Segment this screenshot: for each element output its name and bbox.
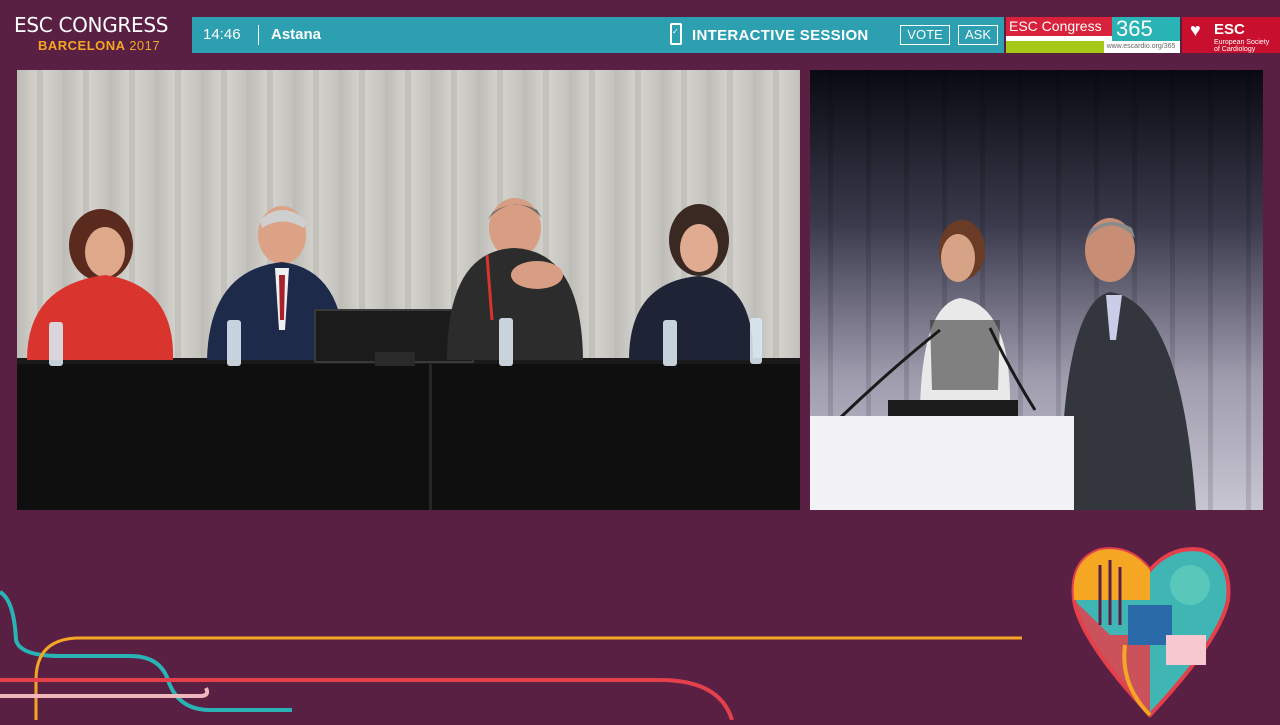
divider — [258, 25, 259, 45]
society-name: ESC — [1214, 21, 1245, 38]
logo-year: 2017 — [129, 38, 161, 53]
esc365-url: www.escardio.org/365 — [1106, 43, 1176, 50]
logo-city: BARCELONA — [38, 38, 126, 53]
interactive-session-label: INTERACTIVE SESSION — [692, 27, 869, 44]
logo-subtitle: BARCELONA 2017 — [38, 38, 184, 53]
speaker-video-feed — [810, 70, 1263, 510]
smartphone-check-icon — [670, 23, 682, 45]
ask-button[interactable]: ASK — [958, 25, 998, 45]
session-bar: 14:46 Astana INTERACTIVE SESSION VOTE AS… — [192, 17, 1004, 53]
esc365-number: 365 — [1112, 17, 1180, 41]
congress-logo: ESC CONGRESS BARCELONA 2017 — [14, 14, 184, 53]
logo-title: ESC CONGRESS — [14, 13, 169, 37]
esc-congress-365-logo[interactable]: ESC Congress 365 www.escardio.org/365 — [1006, 17, 1180, 53]
esc365-stripe — [1006, 41, 1104, 53]
heart-logo-icon: ♥ — [1190, 20, 1201, 40]
session-time: 14:46 — [203, 26, 241, 43]
society-subtitle: European Society of Cardiology — [1214, 39, 1270, 53]
vote-button[interactable]: VOTE — [900, 25, 950, 45]
esc-society-logo: ♥ ESC European Society of Cardiology — [1182, 17, 1280, 53]
esc365-text: ESC Congress — [1006, 17, 1112, 36]
room-name: Astana — [271, 26, 322, 43]
panel-video-feed — [17, 70, 800, 510]
podium — [810, 400, 1074, 510]
heart-graphic-icon — [1070, 545, 1235, 720]
